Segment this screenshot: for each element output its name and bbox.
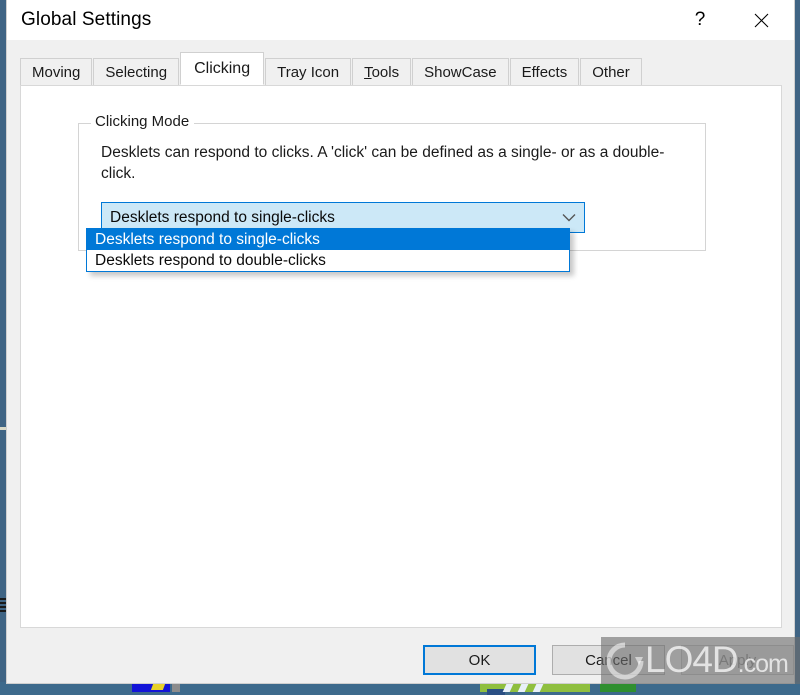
- combobox-selected-value: Desklets respond to single-clicks: [110, 208, 335, 226]
- tab-moving[interactable]: Moving: [20, 58, 93, 85]
- global-settings-dialog: Global Settings ? Moving Selecting Click…: [6, 0, 795, 684]
- window-title: Global Settings: [21, 9, 152, 30]
- tab-strip[interactable]: Moving Selecting Clicking Tray Icon Tool…: [20, 52, 643, 85]
- tab-effects[interactable]: Effects: [509, 58, 580, 85]
- tab-label: Effects: [521, 63, 568, 81]
- watermark-inner: LO4D.com: [601, 637, 800, 684]
- tab-label: Selecting: [105, 63, 168, 81]
- tab-label: Clicking: [194, 59, 251, 77]
- dropdown-option-label: Desklets respond to double-clicks: [95, 251, 326, 269]
- tab-label: Other: [592, 63, 630, 81]
- screen-root: Global Settings ? Moving Selecting Click…: [0, 0, 800, 695]
- dropdown-option-label: Desklets respond to single-clicks: [95, 230, 320, 248]
- tab-label: Moving: [32, 63, 81, 81]
- tab-content-panel: Clicking Mode Desklets can respond to cl…: [20, 85, 782, 628]
- watermark-tld: .com: [737, 650, 789, 678]
- tab-label: Tools: [364, 63, 400, 81]
- tab-other[interactable]: Other: [580, 58, 642, 85]
- clicking-mode-dropdown-list[interactable]: Desklets respond to single-clicks Deskle…: [86, 228, 570, 272]
- button-label: OK: [468, 651, 491, 669]
- watermark-overlay: LO4D.com: [601, 637, 800, 684]
- watermark-brand: LO4D: [645, 639, 739, 680]
- tab-selecting[interactable]: Selecting: [93, 58, 180, 85]
- close-button[interactable]: [738, 0, 784, 40]
- question-mark-icon: ?: [694, 9, 706, 30]
- help-button[interactable]: ?: [677, 0, 723, 40]
- lo4d-logo-icon: [603, 639, 647, 683]
- tab-tray-icon[interactable]: Tray Icon: [265, 58, 352, 85]
- desktop-artifact: [150, 684, 166, 690]
- groupbox-title: Clicking Mode: [91, 113, 195, 130]
- tab-tools[interactable]: Tools: [352, 58, 412, 85]
- dropdown-option-single-clicks[interactable]: Desklets respond to single-clicks: [87, 229, 569, 250]
- tab-showcase[interactable]: ShowCase: [412, 58, 509, 85]
- groupbox-description: Desklets can respond to clicks. A 'click…: [101, 144, 665, 182]
- tab-clicking[interactable]: Clicking: [180, 52, 265, 85]
- title-bar: Global Settings ?: [7, 0, 794, 41]
- close-x-icon: [754, 13, 769, 28]
- dropdown-option-double-clicks[interactable]: Desklets respond to double-clicks: [87, 250, 569, 271]
- watermark-text: LO4D.com: [645, 639, 789, 681]
- ok-button[interactable]: OK: [423, 645, 536, 675]
- tab-label: ShowCase: [424, 63, 497, 81]
- tab-label: Tray Icon: [277, 63, 340, 81]
